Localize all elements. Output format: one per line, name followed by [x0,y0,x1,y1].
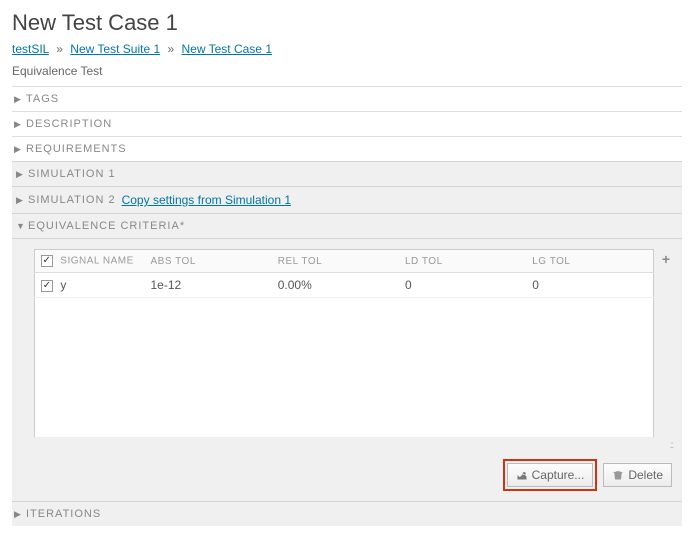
breadcrumb-sep: » [52,42,67,56]
chevron-right-icon: ▶ [16,195,28,206]
section-equivalence-criteria[interactable]: ▼ EQUIVALENCE CRITERIA* [12,214,682,238]
col-lg-tol: LG TOL [526,250,653,273]
section-description[interactable]: ▶ DESCRIPTION [12,112,682,136]
highlight-annotation: Capture... [503,459,598,491]
section-description-label: DESCRIPTION [26,118,112,130]
breadcrumb-link-0[interactable]: testSIL [12,42,49,56]
col-ld-tol: LD TOL [399,250,526,273]
section-tags[interactable]: ▶ TAGS [12,87,682,111]
table-header-row: ✓ SIGNAL NAME ABS TOL REL TOL LD TOL LG … [35,250,654,273]
chevron-down-icon: ▼ [16,221,28,231]
delete-button[interactable]: Delete [603,463,672,487]
section-requirements[interactable]: ▶ REQUIREMENTS [12,137,682,161]
cell-ld-tol[interactable]: 0 [399,273,526,298]
chevron-right-icon: ▶ [14,509,26,520]
plus-icon: + [662,251,670,267]
section-simulation-1[interactable]: ▶ SIMULATION 1 [12,162,682,186]
section-equivalence-criteria-label: EQUIVALENCE CRITERIA* [28,220,185,232]
section-requirements-label: REQUIREMENTS [26,143,127,155]
test-type-label: Equivalence Test [12,64,682,78]
chevron-right-icon: ▶ [14,144,26,155]
section-simulation-1-label: SIMULATION 1 [28,168,116,180]
trash-icon [612,469,624,481]
select-all-checkbox[interactable]: ✓ [41,255,53,267]
resize-handle-icon[interactable]: .:: [34,438,672,457]
breadcrumb-link-2[interactable]: New Test Case 1 [182,42,273,56]
breadcrumb-sep: » [163,42,178,56]
chevron-right-icon: ▶ [16,169,28,180]
col-signal-name: SIGNAL NAME [60,256,133,267]
breadcrumb: testSIL » New Test Suite 1 » New Test Ca… [12,42,682,56]
table-empty-space [35,298,654,438]
criteria-table: ✓ SIGNAL NAME ABS TOL REL TOL LD TOL LG … [34,249,654,438]
section-iterations[interactable]: ▶ ITERATIONS [12,502,682,526]
chevron-right-icon: ▶ [14,119,26,130]
row-checkbox[interactable]: ✓ [41,280,53,292]
table-row[interactable]: ✓ y 1e-12 0.00% 0 0 [35,273,654,298]
copy-settings-link[interactable]: Copy settings from Simulation 1 [122,193,291,207]
chevron-right-icon: ▶ [14,94,26,105]
section-iterations-label: ITERATIONS [26,508,101,520]
section-simulation-2-label: SIMULATION 2 [28,194,116,206]
cell-signal-name: y [60,278,66,292]
col-rel-tol: REL TOL [272,250,399,273]
col-abs-tol: ABS TOL [145,250,272,273]
capture-button-label: Capture... [532,468,585,482]
delete-button-label: Delete [628,468,663,482]
cell-abs-tol[interactable]: 1e-12 [145,273,272,298]
section-tags-label: TAGS [26,93,59,105]
capture-icon [516,469,528,481]
cell-lg-tol[interactable]: 0 [526,273,653,298]
breadcrumb-link-1[interactable]: New Test Suite 1 [70,42,160,56]
capture-button[interactable]: Capture... [507,463,594,487]
section-simulation-2[interactable]: ▶ SIMULATION 2 Copy settings from Simula… [12,187,682,213]
page-title: New Test Case 1 [12,10,682,36]
cell-rel-tol[interactable]: 0.00% [272,273,399,298]
add-row-button[interactable]: + [658,251,674,267]
